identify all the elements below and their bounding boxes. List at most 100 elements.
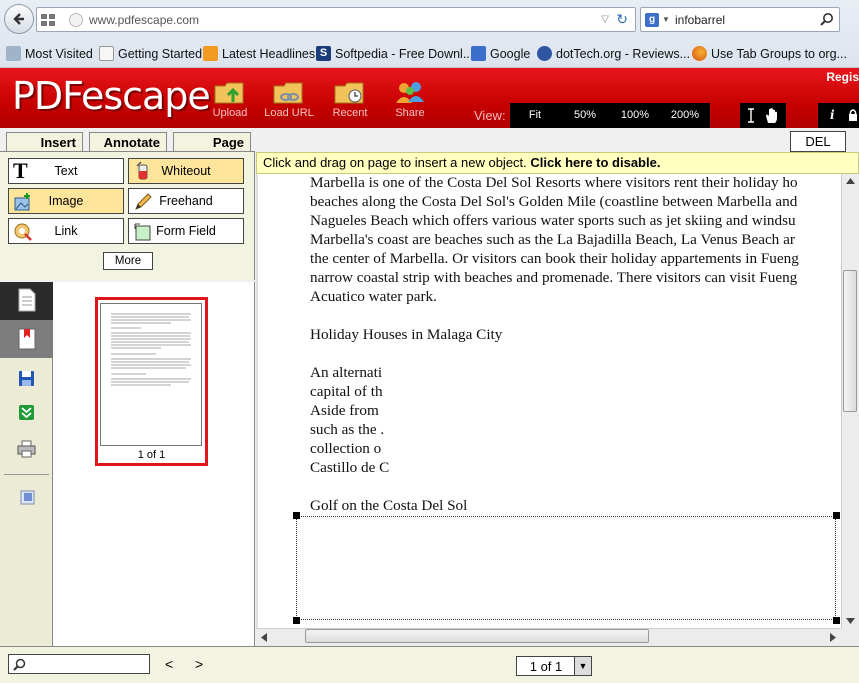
bookmarks-view-button[interactable] [0,320,53,358]
back-button[interactable] [4,4,34,34]
download-icon[interactable] [18,404,35,421]
search-icon[interactable] [820,12,834,26]
zoom-200-button[interactable]: 200% [660,103,710,128]
vertical-scroll-thumb[interactable] [843,270,857,412]
recent-button[interactable]: Recent [321,78,379,119]
search-bar[interactable]: g ▼ infobarrel [640,7,840,32]
bookmark-page-icon [18,328,36,350]
tab-insert[interactable]: Insert [6,132,83,152]
bookmark-most-visited[interactable]: Most Visited [6,46,93,61]
google-icon[interactable]: g [645,13,659,27]
comment-panel-icon[interactable] [20,490,35,505]
thumbnail-page-label: 1 of 1 [137,449,166,461]
insert-hint-bar: Click and drag on page to insert a new o… [256,152,859,174]
insert-freehand-button[interactable]: Freehand [128,188,244,214]
tab-grid-icon[interactable] [41,14,55,26]
info-icon[interactable]: i [830,108,835,122]
resize-handle-tr[interactable] [833,512,840,519]
back-arrow-icon [13,13,24,25]
tab-page[interactable]: Page [173,132,251,152]
page-select[interactable]: 1 of 1 ▼ [516,656,592,676]
share-button[interactable]: Share [381,78,439,119]
globe-icon [69,13,83,27]
search-input[interactable]: infobarrel [675,13,725,27]
hand-icon[interactable] [764,107,780,124]
document-text-line: Castillo de C [310,459,390,476]
bookmark-softpedia[interactable]: S Softpedia - Free Downl... [316,46,473,61]
text-cursor-icon[interactable] [746,108,756,123]
pages-view-button[interactable] [0,282,53,320]
load-url-button[interactable]: Load URL [260,78,318,119]
document-text-line: Aside from [310,402,379,419]
zoom-100-button[interactable]: 100% [610,103,660,128]
bookmark-dottech[interactable]: dotTech.org - Reviews... [537,46,690,61]
scroll-corner [841,628,859,646]
insert-whiteout-button[interactable]: Whiteout [128,158,244,184]
resize-handle-tl[interactable] [293,512,300,519]
bookmark-google[interactable]: Google [471,46,530,61]
form-field-icon [134,223,151,241]
firefox-icon [692,46,707,61]
resize-handle-br[interactable] [833,617,840,624]
bookmark-page-icon [99,46,114,61]
scroll-up-icon[interactable] [846,178,855,184]
pdf-page[interactable]: Marbella is one of the Costa Del Sol Res… [258,174,841,628]
folder-upload-icon [214,82,244,104]
scroll-down-icon[interactable] [846,618,855,624]
folder-link-icon [273,82,303,104]
folder-clock-icon [334,82,364,104]
document-viewport[interactable]: Marbella is one of the Costa Del Sol Res… [256,174,841,628]
info-bar: i [818,103,859,128]
app-logo[interactable]: PDFescape [12,74,211,118]
document-text-line: Nagueles Beach which offers various wate… [310,212,796,229]
horizontal-scroll-thumb[interactable] [305,629,649,643]
upload-button[interactable]: Upload [201,78,259,119]
resize-handle-bl[interactable] [293,617,300,624]
page-thumbnail[interactable] [100,303,202,446]
reload-icon[interactable]: ↻ [616,11,628,28]
zoom-bar: Fit 50% 100% 200% [510,103,710,128]
page-select-value: 1 of 1 [529,659,563,674]
bookmark-label: Google [490,46,531,61]
document-text-line: Acuatico water park. [310,288,437,305]
upload-label: Upload [212,107,248,119]
save-icon[interactable] [18,370,35,387]
insert-text-button[interactable]: T Text [8,158,124,184]
url-bar[interactable]: www.pdfescape.com ▽ ↻ [36,7,636,32]
pencil-icon [135,193,152,210]
scroll-left-icon[interactable] [261,633,267,642]
document-text-line: narrow coastal strip with beaches and pr… [310,269,798,286]
zoom-fit-button[interactable]: Fit [510,103,560,128]
bookmark-getting-started[interactable]: Getting Started [99,46,202,61]
lock-icon[interactable] [848,108,858,122]
scroll-right-icon[interactable] [830,633,836,642]
search-icon [13,658,26,671]
app-header: PDFescape Upload Load URL Recent Share V… [0,68,859,128]
tab-annotate[interactable]: Annotate [89,132,167,152]
insert-link-button[interactable]: Link [8,218,124,244]
selected-object-box[interactable] [296,516,836,620]
print-icon[interactable] [17,440,36,458]
prev-page-button[interactable]: < [165,656,173,672]
chevron-down-icon[interactable]: ▼ [574,657,591,675]
insert-image-button[interactable]: Image [8,188,124,214]
register-link[interactable]: Regis [826,70,859,84]
url-dropdown-icon[interactable]: ▽ [601,14,609,25]
url-text[interactable]: www.pdfescape.com [89,13,199,27]
rss-icon [203,46,218,61]
more-button[interactable]: More [103,252,153,270]
side-divider [4,474,49,475]
next-page-button[interactable]: > [195,656,203,672]
zoom-50-button[interactable]: 50% [560,103,610,128]
disable-hint-link[interactable]: Click here to disable. [530,155,660,170]
whiteout-box[interactable] [389,364,789,484]
engine-dropdown-icon[interactable]: ▼ [662,15,670,24]
document-text-line: the center of Marbella. Or visitors can … [310,250,799,267]
find-input[interactable] [8,654,150,674]
delete-button[interactable]: DEL [790,131,846,152]
bookmark-tab-groups[interactable]: Use Tab Groups to org... [692,46,847,61]
bookmark-latest-headlines[interactable]: Latest Headlines [203,46,315,61]
document-text-line: An alternati [310,364,383,381]
view-label: View: [474,108,506,123]
insert-form-field-button[interactable]: Form Field [128,218,244,244]
